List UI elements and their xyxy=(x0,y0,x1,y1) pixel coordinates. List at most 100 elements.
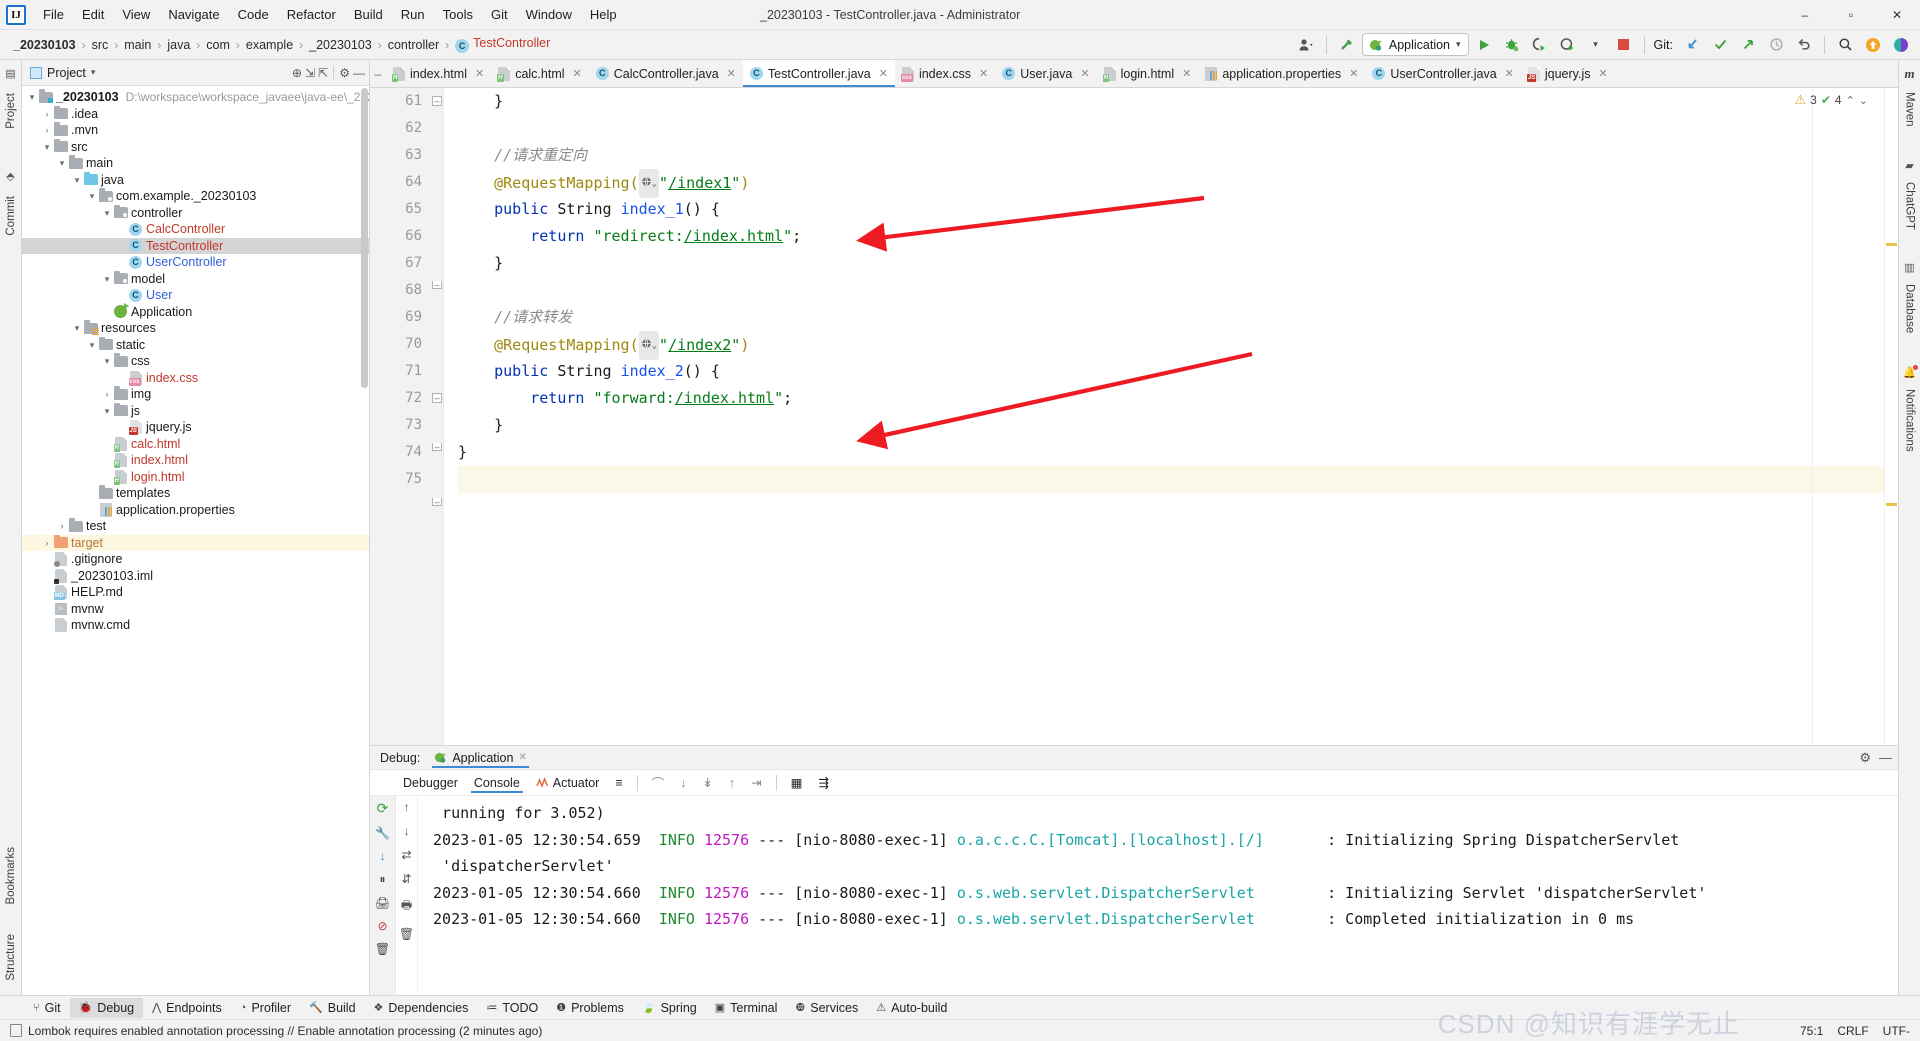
search-everywhere-icon[interactable] xyxy=(1832,33,1858,57)
code-line-65[interactable]: public String index_1() { xyxy=(458,196,1884,223)
url-mapping-gutter-icon[interactable]: ⌄ xyxy=(638,169,660,198)
trash-icon[interactable]: 🗑 xyxy=(375,942,390,956)
debug-tab-console[interactable]: Console xyxy=(467,774,527,793)
tree-node-main[interactable]: ▾ main xyxy=(22,155,369,172)
git-commit-icon[interactable] xyxy=(1707,33,1733,57)
fold-marker[interactable]: – xyxy=(432,96,442,106)
tree-node-mvnw[interactable]: ›>mvnw xyxy=(22,601,369,618)
tree-node-src[interactable]: ▾ src xyxy=(22,138,369,156)
code-line-72[interactable]: return "forward:/index.html"; xyxy=(458,385,1884,412)
editor-tab-calccontroller-java[interactable]: C CalcController.java ✕ xyxy=(589,60,743,87)
editor-tab-login-html[interactable]: Hlogin.html ✕ xyxy=(1097,60,1199,87)
undo-icon[interactable] xyxy=(1791,33,1817,57)
collapse-all-icon[interactable]: ⇱ xyxy=(318,66,328,80)
line-number-74[interactable]: 74 xyxy=(370,439,430,466)
close-tab-icon[interactable]: ✕ xyxy=(1599,67,1608,80)
tree-node-index-css[interactable]: ›cssindex.css xyxy=(22,370,369,387)
chevron-down-icon[interactable]: ▾ xyxy=(101,271,113,288)
line-separator[interactable]: CRLF xyxy=(1837,1024,1868,1038)
profiler-icon[interactable] xyxy=(1555,33,1581,57)
tree-node-mvnw-cmd[interactable]: › mvnw.cmd xyxy=(22,617,369,634)
chevron-down-icon[interactable]: ▾ xyxy=(101,353,113,370)
run-with-coverage-icon[interactable] xyxy=(1527,33,1553,57)
tree-node-application-properties[interactable]: › application.properties xyxy=(22,502,369,519)
tree-node--20230103[interactable]: ▾ _20230103 D:\workspace\workspace_javaee\… xyxy=(22,89,369,106)
down-arrow-icon[interactable]: ↓ xyxy=(380,849,386,863)
step-over-icon[interactable]: ⌒ xyxy=(645,771,672,794)
settings-wrench-icon[interactable]: 🔧 xyxy=(375,826,390,840)
chevron-down-icon[interactable]: ▾ xyxy=(56,155,68,172)
line-number-62[interactable]: 62 xyxy=(370,115,430,142)
tool-window-project[interactable]: Project xyxy=(2,85,20,137)
line-number-gutter[interactable]: 61 62 63 64 65 66 67 68 69 70 71 72 73 74 75 xyxy=(370,88,446,745)
tool-window-button-debug[interactable]: 🐞 Debug xyxy=(69,997,144,1018)
menu-help[interactable]: Help xyxy=(581,3,626,26)
code-line-69[interactable]: //请求转发 xyxy=(458,304,1884,331)
next-highlight-icon[interactable]: ⌄ xyxy=(1859,94,1868,107)
tool-window-button-spring[interactable]: 🍃 Spring xyxy=(633,998,706,1018)
run-to-cursor-icon[interactable]: ⇥ xyxy=(744,773,768,792)
editor-tab-testcontroller-java[interactable]: C TestController.java ✕ xyxy=(742,60,895,87)
menu-navigate[interactable]: Navigate xyxy=(159,3,228,26)
history-icon[interactable] xyxy=(1763,33,1789,57)
print-icon[interactable]: 🖶 xyxy=(401,896,412,917)
tree-node-target[interactable]: › target xyxy=(22,534,369,551)
tool-window-button-terminal[interactable]: ▣ Terminal xyxy=(706,998,787,1018)
soft-wrap-icon[interactable]: ⊘ xyxy=(377,919,387,933)
close-tab-icon[interactable]: ✕ xyxy=(727,67,736,80)
tree-node--20230103-iml[interactable]: › _20230103.iml xyxy=(22,568,369,585)
line-number-75[interactable]: 75 xyxy=(370,466,430,493)
code-line-66[interactable]: return "redirect:/index.html"; xyxy=(458,223,1884,250)
tree-node-java[interactable]: ▾ java xyxy=(22,171,369,189)
url-mapping-gutter-icon[interactable]: ⌄ xyxy=(638,331,660,360)
chevron-down-icon[interactable]: ▾ xyxy=(26,89,38,106)
code-folding-column[interactable]: – – – – – xyxy=(430,88,444,745)
chevron-down-icon[interactable]: ▾ xyxy=(86,188,98,205)
line-number-65[interactable]: 65 xyxy=(370,196,446,223)
tree-node-controller[interactable]: ▾ controller xyxy=(22,204,369,222)
tree-node-templates[interactable]: › templates xyxy=(22,485,369,502)
tree-node-static[interactable]: ▾ static xyxy=(22,336,369,354)
step-out-icon[interactable]: ↑ xyxy=(722,774,742,792)
hide-icon[interactable]: — xyxy=(353,66,365,80)
debug-icon[interactable] xyxy=(1499,33,1525,57)
menu-refactor[interactable]: Refactor xyxy=(278,3,345,26)
tool-window-button-services[interactable]: ❿ Services xyxy=(786,998,867,1018)
editor-tab-usercontroller-java[interactable]: C UserController.java ✕ xyxy=(1365,60,1521,87)
code-line-74[interactable]: } xyxy=(458,439,1884,466)
code-line-70[interactable]: @RequestMapping(⌄ "/index2") xyxy=(458,331,1884,360)
code-editor[interactable]: 61 62 63 64 65 66 67 68 69 70 71 72 73 74 75 – – – – –… xyxy=(370,88,1898,745)
code-line-73[interactable]: } xyxy=(458,412,1884,439)
stop-icon[interactable] xyxy=(1611,33,1637,57)
editor-tab-calc-html[interactable]: Hcalc.html ✕ xyxy=(491,60,589,87)
tool-window-bookmarks[interactable]: Bookmarks xyxy=(2,839,20,913)
menu-file[interactable]: File xyxy=(34,3,73,26)
hammer-build-icon[interactable] xyxy=(1334,33,1360,57)
close-icon[interactable]: ✕ xyxy=(518,752,526,763)
debug-tab-actuator[interactable]: Actuator xyxy=(529,774,607,792)
debug-session-tab[interactable]: Application ✕ xyxy=(428,749,533,768)
line-number-66[interactable]: 66 xyxy=(370,223,430,250)
ide-update-icon[interactable] xyxy=(1860,33,1886,57)
fold-marker[interactable]: – xyxy=(432,393,442,403)
force-step-into-icon[interactable]: ↡ xyxy=(695,773,719,792)
breadcrumb-java[interactable]: java xyxy=(162,36,195,54)
line-number-61[interactable]: 61 xyxy=(370,88,430,115)
tree-node-com-example-20230103[interactable]: ▾ com.example._20230103 xyxy=(22,188,369,205)
tree-node-login-html[interactable]: ›Hlogin.html xyxy=(22,469,369,486)
close-tab-icon[interactable]: ✕ xyxy=(573,67,582,80)
chevron-right-icon[interactable]: › xyxy=(41,122,53,139)
tree-node--gitignore[interactable]: › .gitignore xyxy=(22,551,369,568)
fold-marker[interactable]: – xyxy=(432,443,442,452)
console-output[interactable]: running for 3.052) 2023-01-05 12:30:54.6… xyxy=(418,796,1898,995)
stripe-warning-marker[interactable] xyxy=(1886,503,1897,506)
file-encoding[interactable]: UTF- xyxy=(1883,1024,1910,1038)
evaluate-icon[interactable]: ▦ xyxy=(784,773,810,792)
tool-window-button-auto-build[interactable]: ⚠ Auto-build xyxy=(867,998,956,1018)
previous-highlight-icon[interactable]: ⌃ xyxy=(1846,94,1855,107)
wrap-icon[interactable]: ⇄ xyxy=(401,848,411,862)
line-number-71[interactable]: 71 xyxy=(370,358,446,385)
scroll-down-icon[interactable]: ↓ xyxy=(404,824,410,838)
code-line-67[interactable]: } xyxy=(458,250,1884,277)
tool-window-database[interactable]: Database xyxy=(1902,274,1918,343)
